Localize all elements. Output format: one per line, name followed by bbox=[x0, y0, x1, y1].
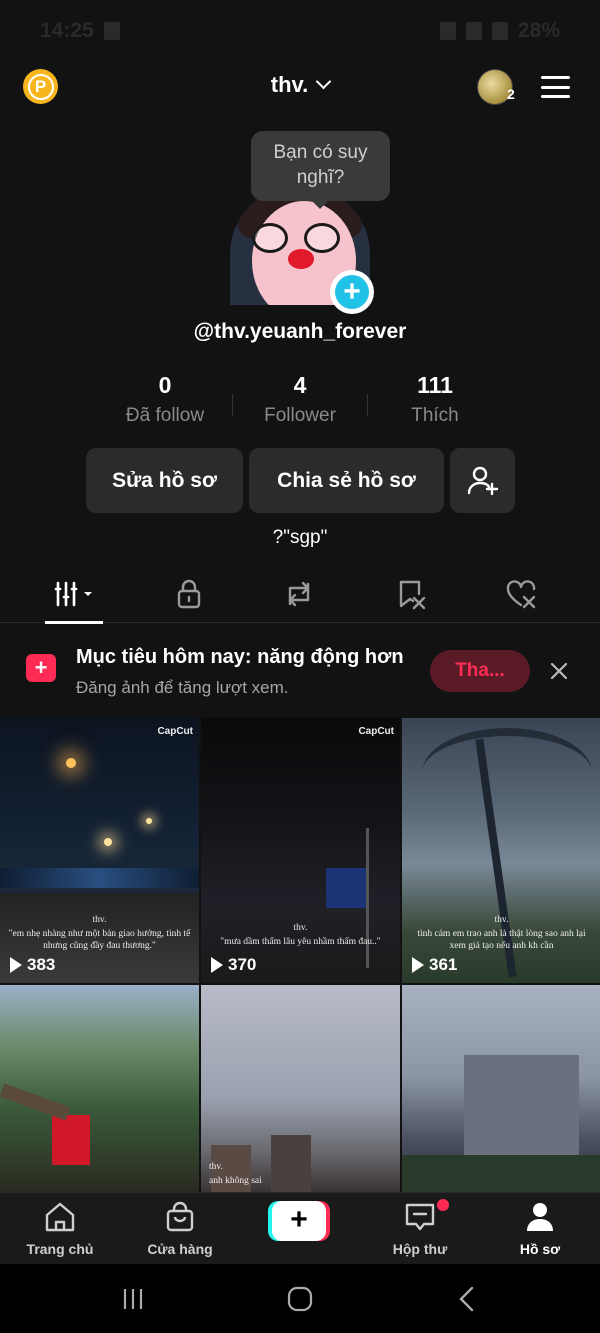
nav-label: Cửa hàng bbox=[147, 1241, 213, 1257]
inbox-icon bbox=[405, 1203, 435, 1231]
tab-favorites[interactable] bbox=[377, 565, 447, 623]
nav-inbox[interactable]: Hộp thư bbox=[365, 1201, 475, 1257]
goal-action-button[interactable]: Tha... bbox=[430, 650, 530, 692]
home-button-icon[interactable] bbox=[286, 1286, 314, 1312]
video-caption: "mưa dầm thấm lâu yêu nhầm thấm đau.." bbox=[220, 937, 381, 947]
edit-profile-button[interactable]: Sửa hồ sơ bbox=[86, 448, 243, 513]
plus-icon: + bbox=[272, 1201, 326, 1241]
menu-icon[interactable] bbox=[541, 76, 570, 98]
profile-bio: ?"sgp" bbox=[272, 527, 328, 548]
profile-actions: Sửa hồ sơ Chia sẻ hồ sơ bbox=[86, 448, 515, 513]
daily-goal-banner: + Mục tiêu hôm nay: năng động hơn Đăng ả… bbox=[0, 624, 600, 718]
video-thumbnail[interactable] bbox=[0, 985, 199, 1192]
shop-icon bbox=[166, 1201, 194, 1232]
lock-icon bbox=[177, 579, 201, 609]
video-caption: "em nhẹ nhàng như một bản giao hưởng, ti… bbox=[8, 929, 191, 951]
nav-home[interactable]: Trang chủ bbox=[5, 1201, 115, 1257]
video-caption: anh không sai bbox=[209, 1176, 262, 1186]
close-icon[interactable] bbox=[546, 658, 572, 684]
video-thumbnail[interactable]: CapCut thv. "em nhẹ nhàng như một bản gi… bbox=[0, 718, 199, 983]
capcut-watermark: CapCut bbox=[157, 726, 193, 737]
system-navigation bbox=[0, 1264, 600, 1333]
add-avatar-button[interactable]: + bbox=[330, 270, 374, 314]
add-friend-button[interactable] bbox=[450, 448, 515, 513]
nav-shop[interactable]: Cửa hàng bbox=[125, 1201, 235, 1257]
tab-private[interactable] bbox=[154, 565, 224, 623]
alarm-icon bbox=[465, 22, 482, 40]
goal-title: Mục tiêu hôm nay: năng động hơn bbox=[76, 646, 404, 668]
video-thumbnail[interactable]: thv. anh không sai bbox=[201, 985, 400, 1192]
thought-tooltip[interactable]: Bạn có suy nghĩ? bbox=[251, 131, 390, 209]
view-count: 383 bbox=[10, 955, 55, 975]
stat-label: Follower bbox=[264, 405, 336, 426]
profile-handle: @thv.yeuanh_forever bbox=[193, 320, 407, 343]
stat-followers[interactable]: 4 Follower bbox=[233, 372, 367, 436]
video-thumbnail[interactable] bbox=[402, 985, 600, 1192]
play-icon bbox=[412, 957, 424, 973]
stat-value: 111 bbox=[417, 372, 453, 398]
share-profile-button[interactable]: Chia sẻ hồ sơ bbox=[249, 448, 444, 513]
nav-label: Hộp thư bbox=[392, 1241, 448, 1257]
battery-percent: 28% bbox=[517, 19, 560, 42]
unread-badge bbox=[437, 1199, 449, 1211]
bottom-navigation: Trang chủ Cửa hàng + Hộp thư Hồ sơ bbox=[0, 1192, 600, 1264]
vibrate-icon bbox=[439, 22, 456, 40]
profile-icon bbox=[527, 1203, 553, 1231]
play-icon bbox=[10, 957, 22, 973]
notification-icon bbox=[103, 22, 120, 40]
favorites-icon bbox=[399, 580, 426, 610]
video-caption-name: thv. bbox=[209, 1162, 223, 1172]
tab-videos[interactable] bbox=[42, 565, 112, 624]
nav-label: Hồ sơ bbox=[519, 1241, 561, 1257]
view-count: 370 bbox=[211, 955, 256, 975]
stat-label: Thích bbox=[411, 405, 459, 426]
chevron-down-icon bbox=[315, 73, 332, 90]
stat-following[interactable]: 0 Đã follow bbox=[98, 372, 232, 436]
video-caption: tình cảm em trao anh là thật lòng sao an… bbox=[417, 929, 586, 951]
status-time: 14:25 bbox=[40, 19, 94, 42]
tab-liked[interactable] bbox=[486, 565, 556, 623]
tab-reposts[interactable] bbox=[264, 565, 334, 623]
stat-value: 0 bbox=[158, 372, 172, 398]
capcut-watermark: CapCut bbox=[358, 726, 394, 737]
profile-stats: 0 Đã follow 4 Follower 111 Thích bbox=[98, 372, 502, 436]
profile-tabs bbox=[0, 565, 600, 624]
back-icon[interactable] bbox=[456, 1286, 478, 1312]
stat-value: 4 bbox=[293, 372, 307, 398]
recents-icon[interactable] bbox=[120, 1286, 146, 1312]
video-caption-name: thv. bbox=[92, 915, 107, 925]
liked-icon bbox=[506, 580, 536, 609]
video-caption-name: thv. bbox=[494, 915, 509, 925]
create-button[interactable]: + bbox=[268, 1201, 330, 1241]
play-icon bbox=[211, 957, 223, 973]
video-thumbnail[interactable]: thv. tình cảm em trao anh là thật lòng s… bbox=[402, 718, 600, 983]
home-icon bbox=[45, 1202, 75, 1232]
account-count: 2 bbox=[507, 86, 515, 102]
add-user-icon bbox=[467, 466, 498, 495]
stat-likes[interactable]: 111 Thích bbox=[368, 372, 502, 436]
nav-label: Trang chủ bbox=[26, 1241, 94, 1257]
repost-icon bbox=[288, 581, 310, 607]
profile-header: P thv. 2 bbox=[0, 62, 600, 112]
video-thumbnail[interactable]: CapCut thv. "mưa dầm thấm lâu yêu nhầm t… bbox=[201, 718, 400, 983]
nav-profile[interactable]: Hồ sơ bbox=[485, 1201, 595, 1257]
goal-subtitle: Đăng ảnh để tăng lượt xem. bbox=[76, 678, 289, 697]
page-title: thv. bbox=[270, 72, 309, 97]
plus-icon: + bbox=[335, 275, 369, 309]
add-post-icon: + bbox=[26, 654, 56, 682]
video-caption-name: thv. bbox=[293, 923, 308, 933]
wifi-icon bbox=[491, 22, 508, 40]
video-grid: CapCut thv. "em nhẹ nhàng như một bản gi… bbox=[0, 718, 600, 1192]
status-bar: 14:25 28% bbox=[0, 0, 600, 62]
stat-label: Đã follow bbox=[125, 405, 205, 426]
grid-icon bbox=[54, 581, 92, 607]
view-count: 361 bbox=[412, 955, 457, 975]
